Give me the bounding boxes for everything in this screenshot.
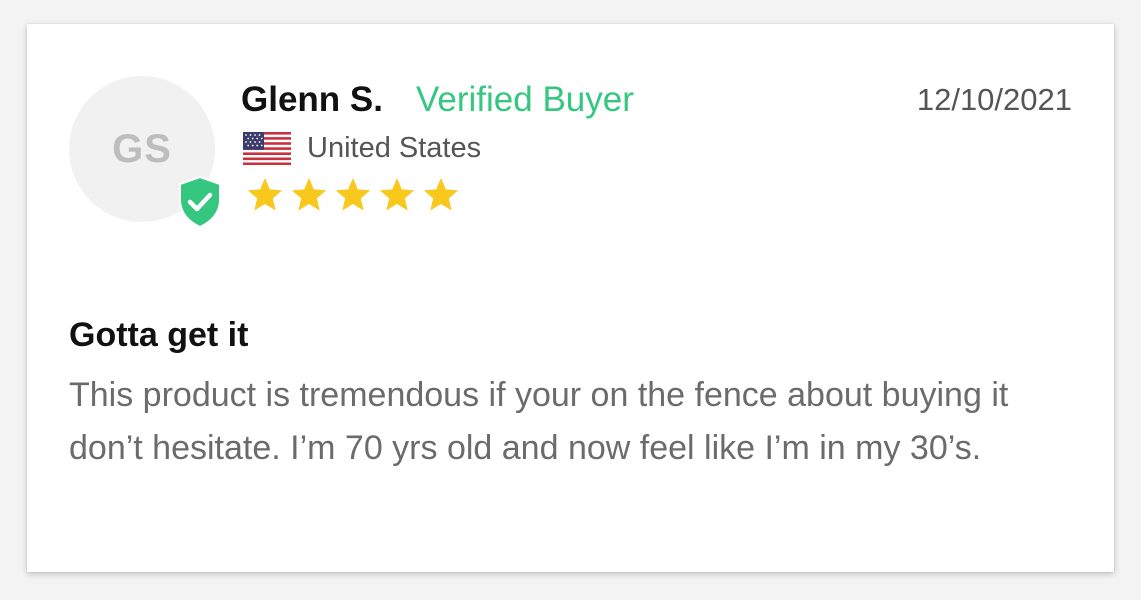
review-title: Gotta get it [69,316,249,354]
reviewer-name: Glenn S. [241,80,383,119]
page: GS Glenn S. Verified Buyer 12/10/2021 Un… [0,0,1141,600]
star-icon [335,178,371,211]
review-card: GS Glenn S. Verified Buyer 12/10/2021 Un… [27,24,1114,572]
star-icon [291,178,327,211]
star-rating [245,175,461,215]
avatar-initials: GS [112,126,172,171]
star-icon [423,178,459,211]
us-flag-icon [243,132,291,165]
review-body: This product is tremendous if your on th… [69,376,1009,467]
verified-shield-check-icon [177,176,223,228]
star-icon [247,178,283,211]
review-date: 12/10/2021 [916,82,1072,117]
reviewer-country: United States [307,132,482,164]
verified-buyer-label: Verified Buyer [416,80,634,119]
star-icon [379,178,415,211]
